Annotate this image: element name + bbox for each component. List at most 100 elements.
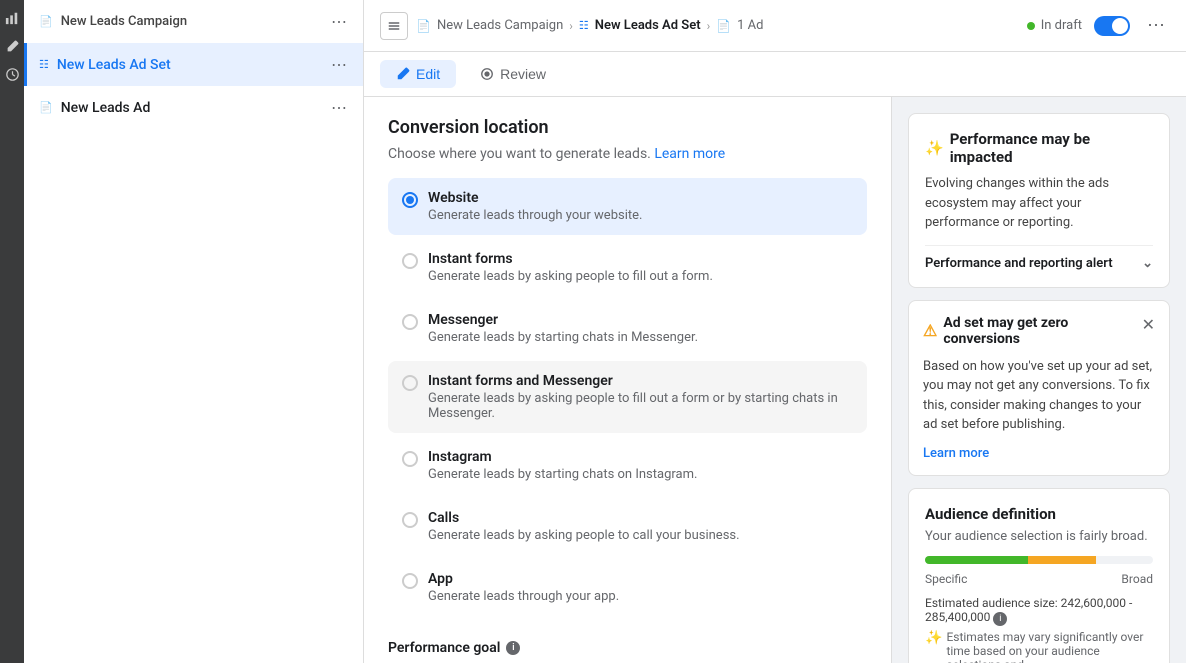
option-app[interactable]: App Generate leads through your app.	[388, 559, 867, 616]
learn-more-link[interactable]: Learn more	[654, 146, 725, 162]
audience-bar-yellow	[1028, 556, 1096, 564]
audience-info-icon[interactable]: i	[993, 612, 1007, 626]
clock-icon[interactable]	[2, 64, 22, 84]
option-messenger-desc: Generate leads by starting chats in Mess…	[428, 330, 698, 345]
conversion-location-options: Website Generate leads through your webs…	[388, 178, 867, 616]
edit-tab-label: Edit	[416, 66, 440, 82]
performance-chevron-icon: ⌄	[1142, 256, 1153, 271]
review-tab-label: Review	[500, 66, 546, 82]
pencil-icon[interactable]	[2, 36, 22, 56]
option-instagram-label: Instagram	[428, 449, 697, 465]
audience-note: ✨ Estimates may vary significantly over …	[925, 630, 1153, 663]
radio-instant-forms-messenger	[402, 375, 418, 391]
action-tabs: Edit Review	[364, 52, 1186, 97]
icon-bar	[0, 0, 24, 663]
option-calls-label: Calls	[428, 510, 740, 526]
audience-bar-green	[925, 556, 1028, 564]
audience-bar-container	[925, 556, 1153, 564]
breadcrumb-ad: 1 Ad	[737, 18, 763, 33]
performance-card-footer[interactable]: Performance and reporting alert ⌄	[925, 245, 1153, 271]
breadcrumb-sep-2: ›	[707, 19, 711, 33]
review-tab[interactable]: Review	[464, 60, 562, 88]
option-instagram-desc: Generate leads by starting chats on Inst…	[428, 467, 697, 482]
collapse-panel-button[interactable]	[380, 12, 408, 40]
performance-goal-section: Performance goal i Maximize number of co…	[388, 640, 867, 663]
sidebar-item-adset[interactable]: ☷ New Leads Ad Set ⋯	[24, 43, 363, 86]
option-instant-forms[interactable]: Instant forms Generate leads by asking p…	[388, 239, 867, 296]
performance-goal-label: Performance goal i	[388, 640, 867, 656]
radio-content-website: Website Generate leads through your webs…	[428, 190, 642, 223]
audience-title: Audience definition	[925, 505, 1153, 523]
warning-learn-more-link[interactable]: Learn more	[923, 446, 989, 461]
section-title: Conversion location	[388, 117, 867, 138]
option-instant-forms-label: Instant forms	[428, 251, 713, 267]
sidebar-item-ad[interactable]: 📄 New Leads Ad ⋯	[24, 86, 363, 129]
option-instant-forms-desc: Generate leads by asking people to fill …	[428, 269, 713, 284]
option-calls-desc: Generate leads by asking people to call …	[428, 528, 740, 543]
sparkles-icon-small: ✨	[925, 630, 942, 646]
performance-footer-label: Performance and reporting alert	[925, 256, 1113, 271]
option-instant-forms-messenger[interactable]: Instant forms and Messenger Generate lea…	[388, 361, 867, 433]
radio-content-app: App Generate leads through your app.	[428, 571, 619, 604]
breadcrumb-campaign[interactable]: New Leads Campaign	[437, 18, 563, 33]
radio-content-instant-forms: Instant forms Generate leads by asking p…	[428, 251, 713, 284]
adset-label: New Leads Ad Set	[57, 57, 319, 73]
performance-goal-info-icon[interactable]: i	[506, 641, 520, 655]
audience-bar-labels: Specific Broad	[925, 572, 1153, 586]
warning-close-button[interactable]: ✕	[1142, 315, 1155, 334]
campaign-more-button[interactable]: ⋯	[327, 10, 351, 33]
sidebar: 📄 New Leads Campaign ⋯ ☷ New Leads Ad Se…	[24, 0, 364, 663]
option-instagram[interactable]: Instagram Generate leads by starting cha…	[388, 437, 867, 494]
radio-content-messenger: Messenger Generate leads by starting cha…	[428, 312, 698, 345]
radio-calls	[402, 512, 418, 528]
performance-card-body: Evolving changes within the ads ecosyste…	[925, 174, 1153, 233]
campaign-label: New Leads Campaign	[61, 14, 319, 29]
performance-impact-card: ✨ Performance may be impacted Evolving c…	[908, 113, 1170, 288]
warning-triangle-icon: ⚠	[923, 321, 937, 340]
option-messenger-label: Messenger	[428, 312, 698, 328]
option-website-label: Website	[428, 190, 642, 206]
radio-website	[402, 192, 418, 208]
sidebar-item-campaign[interactable]: 📄 New Leads Campaign ⋯	[24, 0, 363, 43]
adset-more-button[interactable]: ⋯	[327, 53, 351, 76]
audience-size: Estimated audience size: 242,600,000 - 2…	[925, 596, 1153, 626]
option-instant-forms-messenger-desc: Generate leads by asking people to fill …	[428, 391, 853, 421]
top-bar: 📄 New Leads Campaign › ☷ New Leads Ad Se…	[364, 0, 1186, 52]
option-instant-forms-messenger-label: Instant forms and Messenger	[428, 373, 853, 389]
sparkles-icon: ✨	[925, 139, 944, 157]
form-panel: Conversion location Choose where you wan…	[364, 97, 891, 663]
breadcrumb-sep-1: ›	[569, 19, 573, 33]
top-bar-more-button[interactable]: ⋯	[1142, 12, 1170, 40]
ad-more-button[interactable]: ⋯	[327, 96, 351, 119]
audience-specific-label: Specific	[925, 572, 967, 586]
campaign-file-icon: 📄	[39, 15, 53, 28]
audience-definition-card: Audience definition Your audience select…	[908, 488, 1170, 663]
audience-subtitle: Your audience selection is fairly broad.	[925, 529, 1153, 544]
content-area: Conversion location Choose where you wan…	[364, 97, 1186, 663]
option-app-label: App	[428, 571, 619, 587]
chart-icon[interactable]	[2, 8, 22, 28]
option-calls[interactable]: Calls Generate leads by asking people to…	[388, 498, 867, 555]
adset-grid-icon: ☷	[39, 58, 49, 71]
radio-instant-forms	[402, 253, 418, 269]
publish-toggle[interactable]	[1094, 16, 1130, 36]
radio-instagram	[402, 451, 418, 467]
radio-content-instagram: Instagram Generate leads by starting cha…	[428, 449, 697, 482]
draft-dot	[1027, 22, 1035, 30]
warning-body: Based on how you've set up your ad set, …	[923, 357, 1155, 435]
zero-conversions-warning-card: ⚠ Ad set may get zero conversions ✕ Base…	[908, 300, 1170, 476]
right-panel: ✨ Performance may be impacted Evolving c…	[891, 97, 1186, 663]
option-website[interactable]: Website Generate leads through your webs…	[388, 178, 867, 235]
section-subtitle: Choose where you want to generate leads.…	[388, 146, 867, 162]
option-messenger[interactable]: Messenger Generate leads by starting cha…	[388, 300, 867, 357]
in-draft-status: In draft	[1027, 18, 1082, 33]
option-website-desc: Generate leads through your website.	[428, 208, 642, 223]
breadcrumb-ad-icon: 📄	[716, 19, 731, 33]
option-app-desc: Generate leads through your app.	[428, 589, 619, 604]
ad-label: New Leads Ad	[61, 100, 319, 116]
warning-header: ⚠ Ad set may get zero conversions ✕	[923, 315, 1155, 347]
radio-messenger	[402, 314, 418, 330]
breadcrumb-adset: New Leads Ad Set	[595, 18, 701, 33]
edit-tab[interactable]: Edit	[380, 60, 456, 88]
radio-app	[402, 573, 418, 589]
